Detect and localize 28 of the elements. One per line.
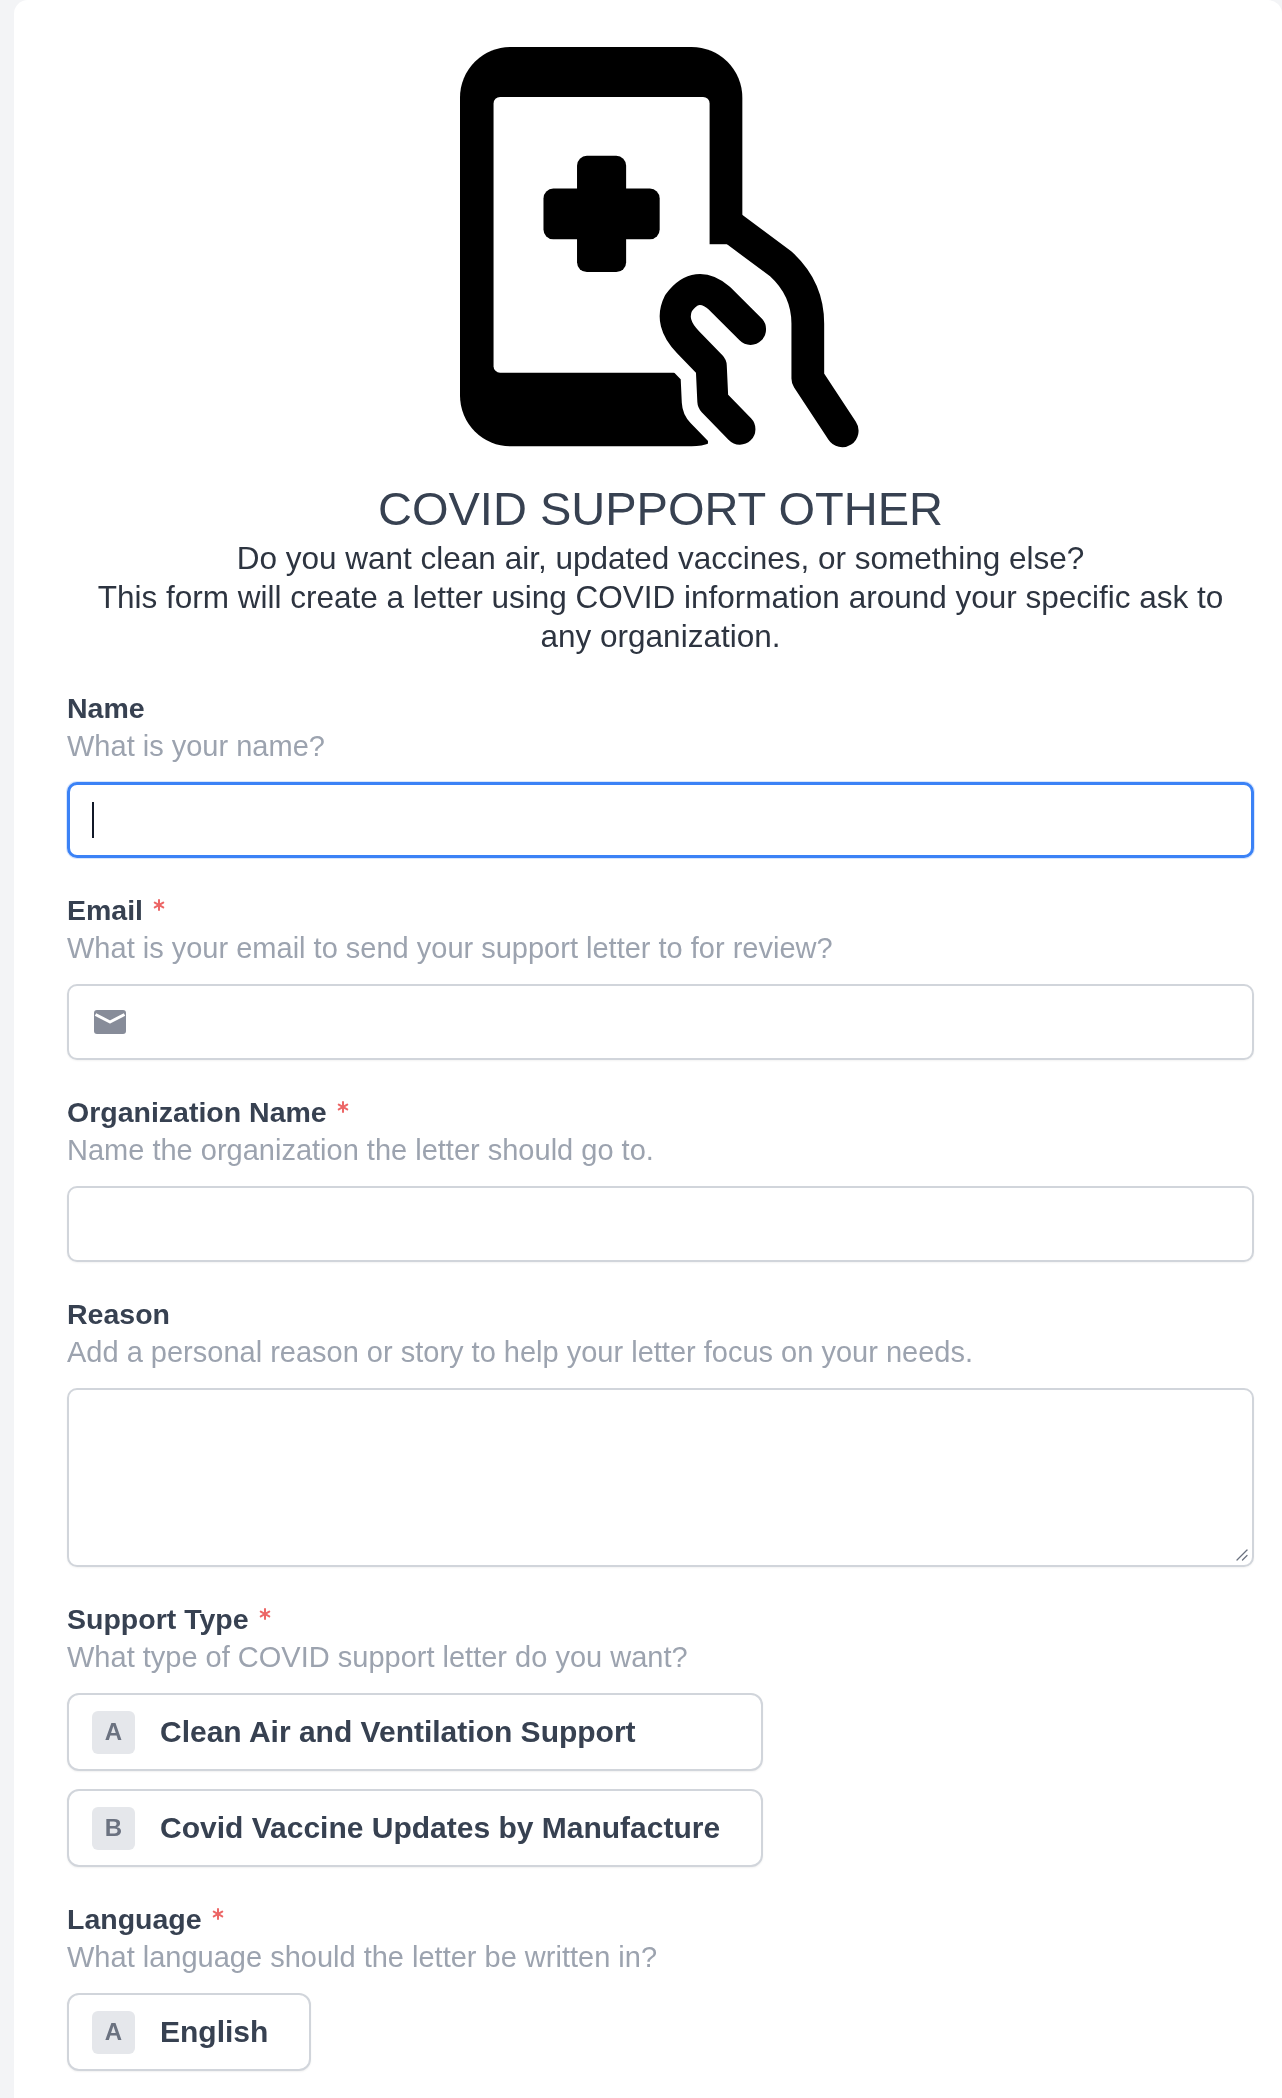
form-description: This form will create a letter using COVID information around your specific ask to any organization. xyxy=(96,578,1225,656)
field-label: Support Type xyxy=(67,1602,249,1637)
field-description: What is your name? xyxy=(67,729,326,764)
field-label: Language xyxy=(67,1902,202,1937)
resize-grip-icon[interactable] xyxy=(1234,1547,1248,1561)
field-label: Name xyxy=(67,691,145,726)
text-input-field[interactable] xyxy=(67,782,1254,858)
field-description: What is your email to send your support letter to for review? xyxy=(67,931,834,966)
textarea-field[interactable] xyxy=(67,1388,1254,1567)
choice-option[interactable]: A English xyxy=(67,1993,312,2071)
form-title: COVID SUPPORT OTHER xyxy=(378,481,943,537)
email-input-field[interactable] xyxy=(67,984,1254,1060)
field-label: Reason xyxy=(67,1297,170,1332)
option-key-badge: A xyxy=(92,1710,135,1754)
phone-medical-cross-icon xyxy=(460,47,861,448)
field-description: What type of COVID support letter do you want? xyxy=(67,1640,689,1675)
field-description: What language should the letter be written in? xyxy=(67,1940,659,1975)
field-label: Email xyxy=(67,893,144,928)
field-label: Organization Name xyxy=(67,1095,327,1130)
text-cursor-icon xyxy=(92,802,94,838)
option-key-badge: A xyxy=(92,2010,135,2054)
form-description: Do you want clean air, updated vaccines, or something else? xyxy=(236,539,1085,578)
option-key-badge: B xyxy=(92,1806,135,1850)
field-description: Add a personal reason or story to help your letter focus on your needs. xyxy=(67,1335,974,1370)
field-description: Name the organization the letter should go to. xyxy=(67,1133,655,1168)
choice-option[interactable]: B Covid Vaccine Updates by Manufacture xyxy=(67,1789,764,1867)
envelope-icon xyxy=(94,1010,126,1034)
choice-option[interactable]: A Clean Air and Ventilation Support xyxy=(67,1693,764,1771)
